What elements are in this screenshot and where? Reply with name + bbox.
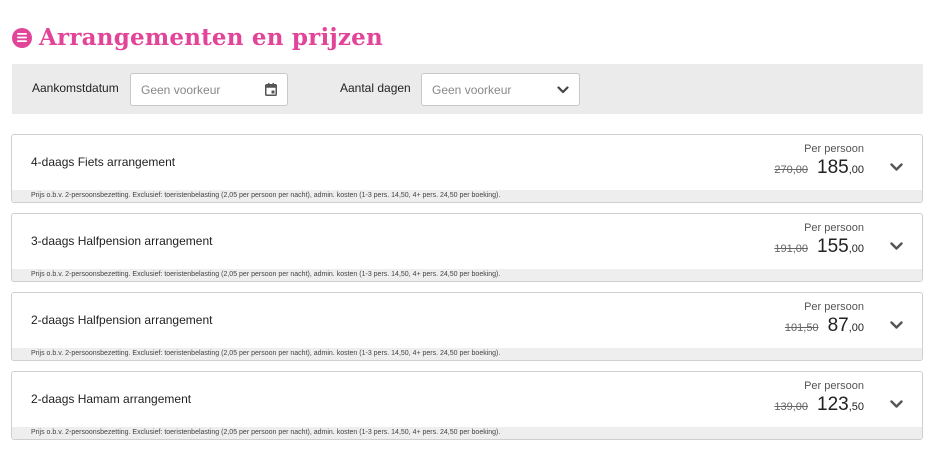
per-person-label: Per persoon: [804, 301, 864, 313]
expand-chevron-icon[interactable]: [890, 238, 903, 256]
price-amount: 123: [817, 394, 849, 415]
old-price: 101,50: [784, 322, 819, 334]
filter-bar: Aankomstdatum Geen voorkeur Aantal dagen…: [12, 64, 923, 114]
chevron-down-icon[interactable]: [557, 85, 569, 94]
days-select[interactable]: Geen voorkeur: [421, 73, 580, 106]
expand-chevron-icon[interactable]: [890, 317, 903, 335]
old-price: 139,00: [774, 401, 808, 413]
expand-chevron-icon[interactable]: [890, 396, 903, 414]
expand-chevron-icon[interactable]: [890, 159, 903, 177]
price-cents: ,00: [848, 164, 864, 176]
price-cents: ,00: [848, 243, 864, 255]
arrangement-title: 2-daags Hamam arrangement: [31, 392, 192, 406]
page-title: Arrangementen en prijzen: [39, 24, 383, 51]
arrangement-title: 3-daags Halfpension arrangement: [31, 234, 213, 248]
arrangement-card[interactable]: 2-daags Halfpension arrangement Per pers…: [11, 292, 923, 361]
arrangement-card[interactable]: 2-daags Hamam arrangement Per persoon 13…: [11, 371, 923, 440]
old-price: 191,00: [774, 243, 808, 255]
section-header: Arrangementen en prijzen: [12, 24, 383, 51]
price: 139,00 123 ,50: [774, 394, 864, 416]
per-person-label: Per persoon: [804, 380, 864, 392]
days-label: Aantal dagen: [340, 81, 411, 95]
arrangement-card[interactable]: 4-daags Fiets arrangement Per persoon 27…: [11, 134, 923, 203]
arrangement-title: 4-daags Fiets arrangement: [31, 155, 176, 169]
arrangement-title: 2-daags Halfpension arrangement: [31, 313, 213, 327]
price-cents: ,50: [848, 401, 864, 413]
price-amount: 87: [827, 315, 849, 336]
menu-list-icon: [12, 27, 32, 48]
per-person-label: Per persoon: [804, 143, 864, 155]
days-placeholder: Geen voorkeur: [432, 82, 512, 97]
price-note: Prijs o.b.v. 2-persoonsbezetting. Exclus…: [12, 427, 922, 439]
arrival-date-label: Aankomstdatum: [32, 81, 119, 95]
price-cents: ,00: [848, 322, 864, 334]
calendar-icon[interactable]: [265, 83, 277, 96]
price-note: Prijs o.b.v. 2-persoonsbezetting. Exclus…: [12, 348, 922, 360]
price-amount: 185: [817, 157, 849, 178]
price-note: Prijs o.b.v. 2-persoonsbezetting. Exclus…: [12, 190, 922, 202]
price-amount: 155: [817, 236, 849, 257]
per-person-label: Per persoon: [804, 222, 864, 234]
price: 191,00 155 ,00: [774, 236, 864, 258]
arrival-date-input[interactable]: Geen voorkeur: [130, 73, 288, 106]
price: 270,00 185 ,00: [774, 157, 864, 179]
old-price: 270,00: [774, 164, 808, 176]
price: 101,50 87 ,00: [785, 315, 864, 337]
arrival-date-placeholder: Geen voorkeur: [141, 82, 221, 97]
price-note: Prijs o.b.v. 2-persoonsbezetting. Exclus…: [12, 269, 922, 281]
arrangement-card[interactable]: 3-daags Halfpension arrangement Per pers…: [11, 213, 923, 282]
